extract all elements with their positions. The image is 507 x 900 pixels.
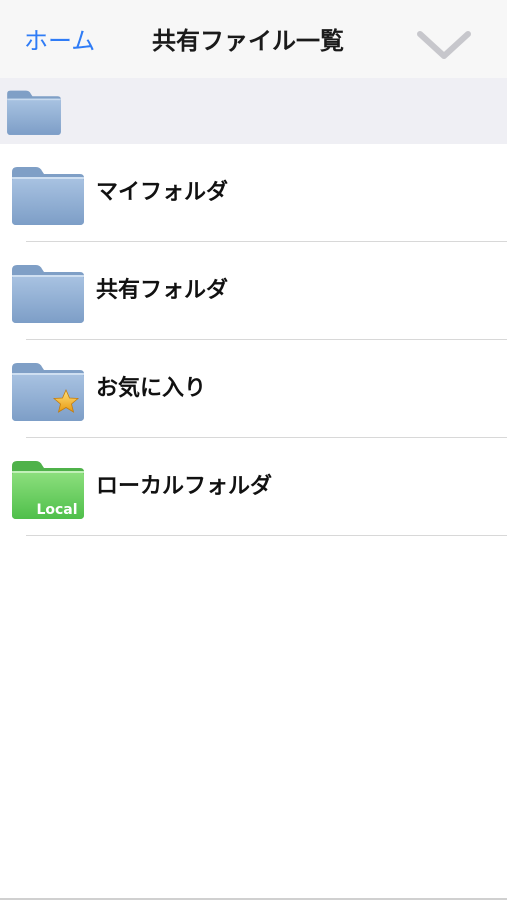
- folder-label: 共有フォルダ: [96, 278, 229, 303]
- folder-icon: [12, 265, 84, 323]
- local-folder-icon: Local: [12, 461, 84, 519]
- folder-icon[interactable]: [4, 86, 64, 138]
- page-title: 共有ファイル一覧: [152, 27, 344, 55]
- home-back-button[interactable]: ホーム: [24, 26, 95, 56]
- list-item-local-folder[interactable]: Local ローカルフォルダ: [0, 438, 507, 536]
- folder-label: お気に入り: [96, 376, 207, 401]
- chevron-down-icon[interactable]: [416, 28, 472, 62]
- folder-label: ローカルフォルダ: [96, 474, 273, 499]
- list-item-my-folder[interactable]: マイフォルダ: [0, 144, 507, 242]
- list-item-shared-folder[interactable]: 共有フォルダ: [0, 242, 507, 340]
- folder-label: マイフォルダ: [96, 180, 229, 205]
- row-divider: [26, 535, 507, 536]
- navigation-bar: ホーム 共有ファイル一覧: [0, 0, 507, 78]
- folder-icon: [12, 167, 84, 225]
- local-badge: Local: [36, 502, 77, 518]
- screen: ホーム 共有ファイル一覧 マイフォルダ 共有フォルダ お気に入り Local ロ…: [0, 0, 507, 900]
- list-item-favorites[interactable]: お気に入り: [0, 340, 507, 438]
- path-bar: [0, 78, 507, 144]
- folder-list: マイフォルダ 共有フォルダ お気に入り Local ローカルフォルダ: [0, 144, 507, 536]
- favorite-folder-icon: [12, 363, 84, 421]
